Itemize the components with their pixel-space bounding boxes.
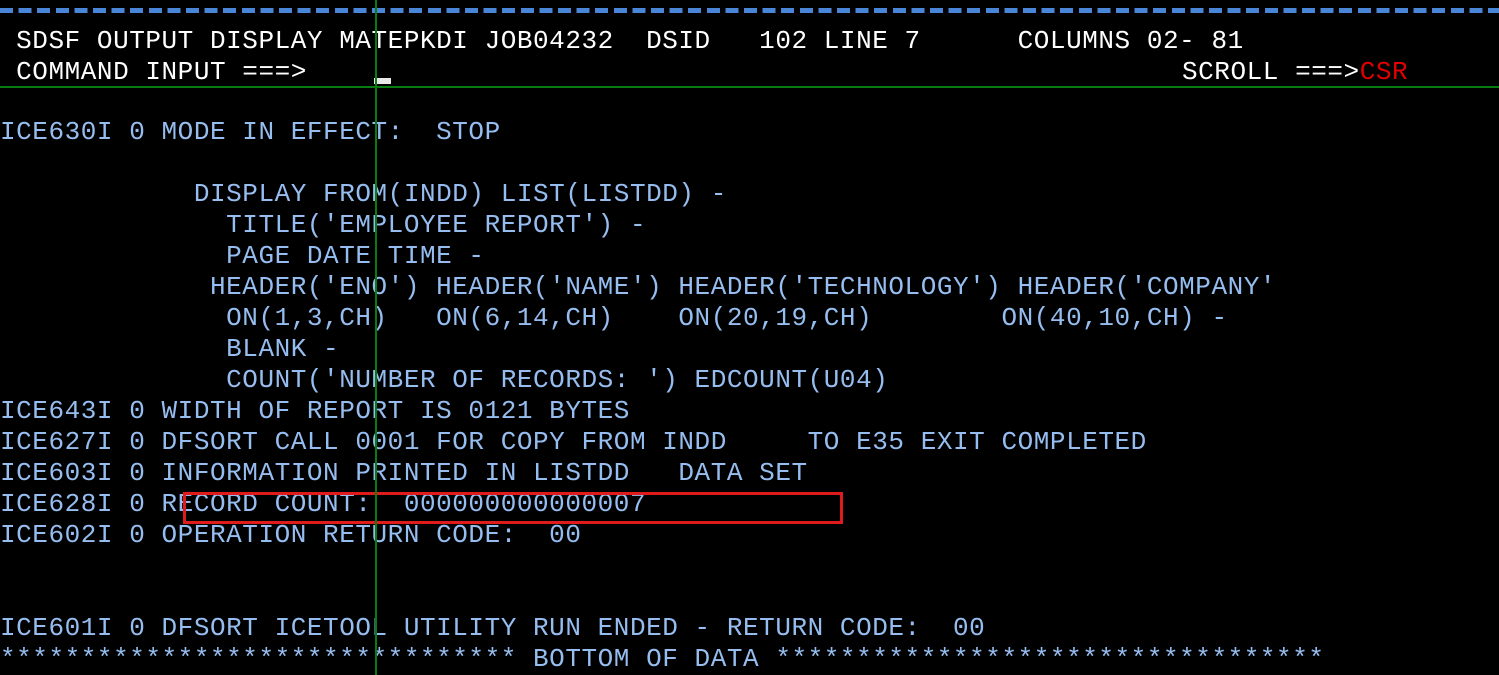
- output-line-ice603i: ICE603I 0 INFORMATION PRINTED IN LISTDD …: [0, 458, 808, 488]
- record-count-highlight-box: [183, 492, 843, 524]
- output-line-ice643i: ICE643I 0 WIDTH OF REPORT IS 0121 BYTES: [0, 396, 630, 426]
- panel-header-line: SDSF OUTPUT DISPLAY MATEPKDI JOB04232 DS…: [0, 26, 1244, 56]
- output-line-ice627i: ICE627I 0 DFSORT CALL 0001 FOR COPY FROM…: [0, 427, 1147, 457]
- output-line-ice601i: ICE601I 0 DFSORT ICETOOL UTILITY RUN END…: [0, 613, 986, 643]
- output-line-title: TITLE('EMPLOYEE REPORT') -: [0, 210, 647, 240]
- output-line-blank-2: BLANK -: [0, 334, 340, 364]
- output-line-header: HEADER('ENO') HEADER('NAME') HEADER('TEC…: [0, 272, 1277, 302]
- output-line-page: PAGE DATE TIME -: [0, 241, 485, 271]
- output-line-count: COUNT('NUMBER OF RECORDS: ') EDCOUNT(U04…: [0, 365, 889, 395]
- output-line-ice630i: ICE630I 0 MODE IN EFFECT: STOP: [0, 117, 501, 147]
- dashed-separator-icon: [0, 8, 1499, 13]
- output-line-on: ON(1,3,CH) ON(6,14,CH) ON(20,19,CH) ON(4…: [0, 303, 1228, 333]
- output-line-bottom-of-data: ******************************** BOTTOM …: [0, 644, 1325, 674]
- scroll-value[interactable]: CSR: [1360, 57, 1408, 87]
- command-input-line[interactable]: COMMAND INPUT ===>: [0, 57, 307, 88]
- sdsf-terminal-screen: SDSF OUTPUT DISPLAY MATEPKDI JOB04232 DS…: [0, 0, 1499, 675]
- vertical-guide-line-icon: [375, 0, 377, 675]
- scroll-label: SCROLL ===>: [1182, 57, 1360, 87]
- output-line-display: DISPLAY FROM(INDD) LIST(LISTDD) -: [0, 179, 727, 209]
- horizontal-guide-line-icon: [0, 86, 1499, 88]
- scroll-field[interactable]: SCROLL ===>CSR: [1182, 57, 1408, 88]
- output-line-ice602i: ICE602I 0 OPERATION RETURN CODE: 00: [0, 520, 582, 550]
